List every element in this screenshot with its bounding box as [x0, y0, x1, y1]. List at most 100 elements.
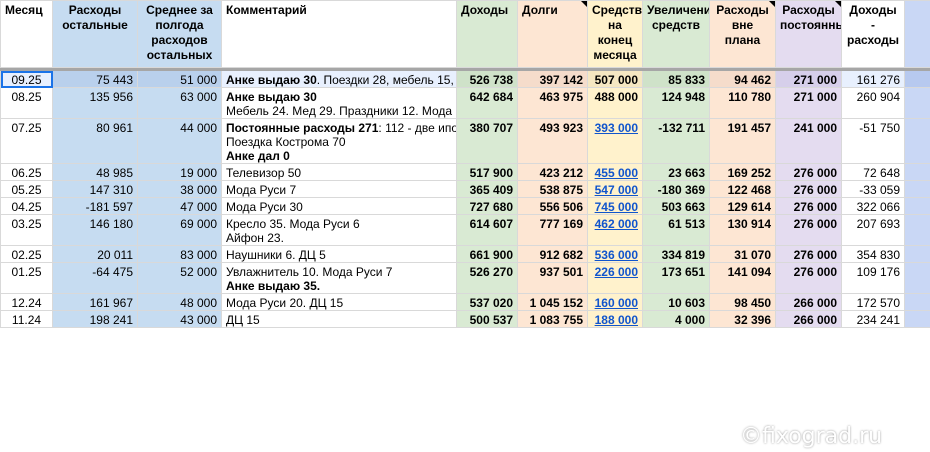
extra-cell[interactable]	[904, 163, 930, 181]
increase-cell[interactable]: 23 663	[642, 163, 710, 181]
month-cell[interactable]: 08.25	[0, 87, 53, 119]
table-row[interactable]: 08.25 135 956 63 000 Анке выдаю 30 Мебель 24…	[0, 87, 930, 119]
fixed-cell[interactable]: 276 000	[775, 262, 842, 294]
diff-cell[interactable]: 207 693	[841, 214, 905, 246]
table-row[interactable]: 01.25 -64 475 52 000 Увлажнитель 10. Мода Р…	[0, 262, 930, 294]
avg-expenses-cell[interactable]: 48 000	[137, 293, 222, 311]
income-cell[interactable]: 380 707	[456, 118, 518, 164]
table-row[interactable]: 11.24 198 241 43 000 ДЦ 15 500 537 1 083 755 1…	[0, 310, 930, 328]
income-cell[interactable]: 614 607	[456, 214, 518, 246]
comment-cell[interactable]: Мода Руси 30	[221, 197, 457, 215]
fixed-cell[interactable]: 276 000	[775, 214, 842, 246]
other-expenses-cell[interactable]: 75 443	[52, 70, 138, 88]
diff-cell[interactable]: 109 176	[841, 262, 905, 294]
extra-cell[interactable]	[904, 70, 930, 88]
income-cell[interactable]: 537 020	[456, 293, 518, 311]
avg-expenses-cell[interactable]: 38 000	[137, 180, 222, 198]
comment-cell[interactable]: Наушники 6. ДЦ 5	[221, 245, 457, 263]
unplanned-cell[interactable]: 122 468	[709, 180, 776, 198]
funds-cell[interactable]: 462 000	[587, 214, 643, 246]
unplanned-cell[interactable]: 31 070	[709, 245, 776, 263]
debts-cell[interactable]: 397 142	[517, 70, 588, 88]
diff-cell[interactable]: 234 241	[841, 310, 905, 328]
fixed-cell[interactable]: 271 000	[775, 70, 842, 88]
debts-cell[interactable]: 556 506	[517, 197, 588, 215]
avg-expenses-cell[interactable]: 52 000	[137, 262, 222, 294]
debts-cell[interactable]: 493 923	[517, 118, 588, 164]
other-expenses-cell[interactable]: 198 241	[52, 310, 138, 328]
month-cell[interactable]: 01.25	[0, 262, 53, 294]
increase-cell[interactable]: 10 603	[642, 293, 710, 311]
other-expenses-cell[interactable]: 161 967	[52, 293, 138, 311]
debts-cell[interactable]: 423 212	[517, 163, 588, 181]
table-row[interactable]: 12.24 161 967 48 000 Мода Руси 20. ДЦ 15 537…	[0, 293, 930, 311]
other-expenses-cell[interactable]: 146 180	[52, 214, 138, 246]
unplanned-cell[interactable]: 130 914	[709, 214, 776, 246]
avg-expenses-cell[interactable]: 83 000	[137, 245, 222, 263]
header-other-expenses[interactable]: Расходы остальные	[52, 0, 138, 68]
funds-cell[interactable]: 507 000	[587, 70, 643, 88]
unplanned-cell[interactable]: 110 780	[709, 87, 776, 119]
comment-cell[interactable]: Кресло 35. Мода Руси 6 Айфон 23.	[221, 214, 457, 246]
month-cell[interactable]: 02.25	[0, 245, 53, 263]
debts-cell[interactable]: 777 169	[517, 214, 588, 246]
diff-cell[interactable]: 354 830	[841, 245, 905, 263]
increase-cell[interactable]: 61 513	[642, 214, 710, 246]
extra-cell[interactable]	[904, 197, 930, 215]
income-cell[interactable]: 661 900	[456, 245, 518, 263]
month-cell[interactable]: 11.24	[0, 310, 53, 328]
comment-cell[interactable]: ДЦ 15	[221, 310, 457, 328]
avg-expenses-cell[interactable]: 63 000	[137, 87, 222, 119]
income-cell[interactable]: 642 684	[456, 87, 518, 119]
unplanned-cell[interactable]: 141 094	[709, 262, 776, 294]
avg-expenses-cell[interactable]: 44 000	[137, 118, 222, 164]
increase-cell[interactable]: 334 819	[642, 245, 710, 263]
increase-cell[interactable]: 4 000	[642, 310, 710, 328]
comment-cell[interactable]: Мода Руси 7	[221, 180, 457, 198]
income-cell[interactable]: 526 270	[456, 262, 518, 294]
diff-cell[interactable]: 260 904	[841, 87, 905, 119]
income-cell[interactable]: 526 738	[456, 70, 518, 88]
increase-cell[interactable]: 124 948	[642, 87, 710, 119]
month-cell[interactable]: 03.25	[0, 214, 53, 246]
increase-cell[interactable]: 173 651	[642, 262, 710, 294]
other-expenses-cell[interactable]: 147 310	[52, 180, 138, 198]
header-unplanned[interactable]: Расходы вне плана	[709, 0, 776, 68]
extra-cell[interactable]	[904, 180, 930, 198]
header-funds[interactable]: Средства на конец месяца	[587, 0, 643, 68]
unplanned-cell[interactable]: 129 614	[709, 197, 776, 215]
month-cell[interactable]: 07.25	[0, 118, 53, 164]
funds-cell[interactable]: 536 000	[587, 245, 643, 263]
month-cell[interactable]: 05.25	[0, 180, 53, 198]
avg-expenses-cell[interactable]: 19 000	[137, 163, 222, 181]
table-row[interactable]: 03.25 146 180 69 000 Кресло 35. Мода Руси 6…	[0, 214, 930, 246]
funds-cell[interactable]: 188 000	[587, 310, 643, 328]
header-income[interactable]: Доходы	[456, 0, 518, 68]
table-row[interactable]: 02.25 20 011 83 000 Наушники 6. ДЦ 5 661 900…	[0, 245, 930, 263]
comment-cell[interactable]: Увлажнитель 10. Мода Руси 7 Анке выдаю 35…	[221, 262, 457, 294]
extra-cell[interactable]	[904, 214, 930, 246]
table-row[interactable]: 07.25 80 961 44 000 Постоянные расходы 271:…	[0, 118, 930, 164]
fixed-cell[interactable]: 271 000	[775, 87, 842, 119]
header-increase[interactable]: Увеличение средств	[642, 0, 710, 68]
other-expenses-cell[interactable]: 48 985	[52, 163, 138, 181]
header-extra-column[interactable]	[904, 0, 930, 68]
extra-cell[interactable]	[904, 118, 930, 164]
table-row[interactable]: 06.25 48 985 19 000 Телевизор 50 517 900 423 …	[0, 163, 930, 181]
avg-expenses-cell[interactable]: 51 000	[137, 70, 222, 88]
debts-cell[interactable]: 912 682	[517, 245, 588, 263]
other-expenses-cell[interactable]: -181 597	[52, 197, 138, 215]
increase-cell[interactable]: -180 369	[642, 180, 710, 198]
header-comment[interactable]: Комментарий	[221, 0, 457, 68]
diff-cell[interactable]: 72 648	[841, 163, 905, 181]
table-row[interactable]: 04.25 -181 597 47 000 Мода Руси 30 727 680 55…	[0, 197, 930, 215]
other-expenses-cell[interactable]: 135 956	[52, 87, 138, 119]
increase-cell[interactable]: 503 663	[642, 197, 710, 215]
header-fixed[interactable]: Расходы постоянные	[775, 0, 842, 68]
funds-cell[interactable]: 488 000	[587, 87, 643, 119]
debts-cell[interactable]: 937 501	[517, 262, 588, 294]
other-expenses-cell[interactable]: -64 475	[52, 262, 138, 294]
income-cell[interactable]: 727 680	[456, 197, 518, 215]
unplanned-cell[interactable]: 98 450	[709, 293, 776, 311]
fixed-cell[interactable]: 276 000	[775, 197, 842, 215]
